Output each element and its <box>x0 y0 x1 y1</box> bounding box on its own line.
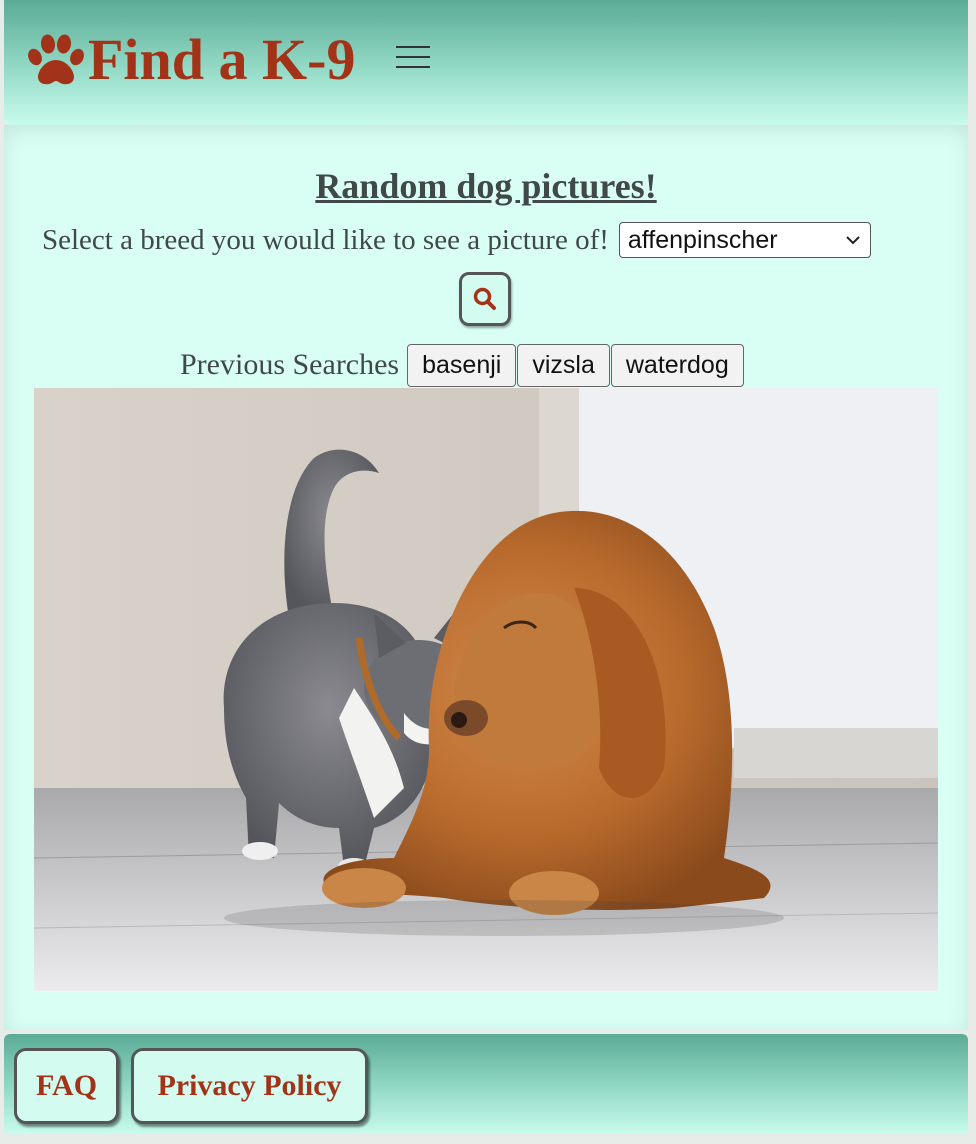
previous-search-button[interactable]: vizsla <box>517 343 610 387</box>
hamburger-line <box>396 66 430 68</box>
site-header: Find a K-9 <box>4 0 968 125</box>
previous-search-button[interactable]: basenji <box>407 343 517 387</box>
hamburger-line <box>396 46 430 48</box>
previous-searches-label: Previous Searches <box>180 348 400 381</box>
breed-select-row: Select a breed you would like to see a p… <box>42 220 871 260</box>
privacy-policy-link[interactable]: Privacy Policy <box>131 1048 368 1124</box>
breed-select-value: affenpinscher <box>627 225 778 254</box>
paw-icon <box>28 34 84 85</box>
logo-text: Find a K-9 <box>88 27 356 92</box>
hamburger-menu-icon[interactable] <box>396 44 430 70</box>
site-logo[interactable]: Find a K-9 <box>26 28 356 92</box>
page: Find a K-9 Random dog pictures! Select a… <box>0 0 976 1144</box>
search-button[interactable] <box>459 272 511 326</box>
chevron-down-icon <box>846 236 860 245</box>
site-footer: FAQ Privacy Policy <box>4 1034 968 1134</box>
page-title: Random dog pictures! <box>315 166 657 206</box>
dog-photo <box>34 388 938 991</box>
previous-searches-row: Previous Searches basenji vizsla waterdo… <box>180 343 745 387</box>
search-icon <box>473 287 496 310</box>
previous-search-button[interactable]: waterdog <box>610 343 744 387</box>
breed-prompt-label: Select a breed you would like to see a p… <box>42 223 609 256</box>
cat-and-dog-photo <box>34 388 938 991</box>
main-content: Random dog pictures! Select a breed you … <box>4 125 968 1030</box>
faq-link[interactable]: FAQ <box>14 1048 119 1124</box>
hamburger-line <box>396 56 430 58</box>
breed-select[interactable]: affenpinscher <box>618 222 871 258</box>
